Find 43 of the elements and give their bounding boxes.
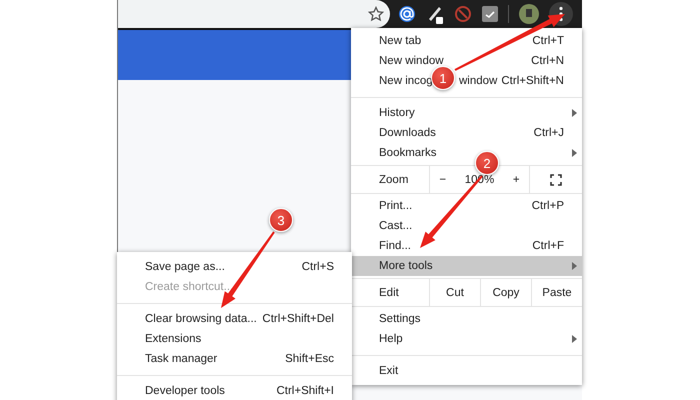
at-sign-icon[interactable]	[398, 5, 416, 23]
menu-item[interactable]: More tools	[351, 256, 582, 276]
menu-item[interactable]: Cast...	[379, 220, 412, 232]
star-icon[interactable]	[368, 6, 384, 22]
menu-item[interactable]: New incog	[379, 75, 433, 87]
shortcut-text: Ctrl+P	[532, 200, 564, 212]
shortcut-text: Ctrl+J	[534, 127, 564, 139]
menu-item[interactable]: New tab	[379, 35, 422, 47]
zoom-out-button[interactable]: −	[437, 174, 448, 186]
zoom-label: Zoom	[378, 172, 410, 188]
edit-label: Edit	[378, 286, 400, 300]
shortcut-text: Ctrl+N	[531, 55, 564, 67]
shortcut-text: Ctrl+T	[532, 35, 564, 47]
menu-item[interactable]: Extensions	[145, 333, 202, 345]
menu-item[interactable]: Find...	[379, 240, 411, 252]
menu-item[interactable]: New window	[379, 55, 444, 67]
menu-item[interactable]: Help	[379, 333, 403, 345]
shortcut-text: Ctrl+Shift+Del	[262, 313, 334, 325]
check-square-icon[interactable]	[482, 6, 498, 22]
fullscreen-icon[interactable]	[550, 174, 562, 186]
menu-item[interactable]: Downloads	[379, 127, 436, 139]
zoom-in-button[interactable]: +	[510, 174, 522, 186]
no-entry-icon[interactable]	[454, 5, 472, 23]
menu-item[interactable]: Bookmarks	[379, 147, 437, 159]
menu-item[interactable]: Settings	[379, 313, 421, 325]
menu-item[interactable]: Exit	[379, 365, 398, 377]
menu-item[interactable]: Developer tools	[145, 385, 225, 397]
menu-item[interactable]: Save page as...	[145, 261, 225, 273]
shortcut-text: Ctrl+Shift+N	[501, 75, 564, 87]
menu-item[interactable]: Print...	[379, 200, 412, 212]
shortcut-text: Ctrl+Shift+I	[276, 385, 334, 397]
edit-action-button[interactable]: Copy	[480, 279, 531, 306]
shortcut-text: Ctrl+S	[302, 261, 334, 273]
shortcut-text: Shift+Esc	[285, 353, 334, 365]
menu-item[interactable]: Clear browsing data...	[145, 313, 257, 325]
edit-action-button[interactable]: Cut	[429, 279, 480, 306]
avatar-icon[interactable]	[519, 4, 539, 24]
edit-action-button[interactable]: Paste	[531, 279, 582, 306]
shortcut-text: Ctrl+F	[532, 240, 564, 252]
pen-icon[interactable]	[426, 4, 444, 24]
menu-item-text: window	[459, 75, 498, 87]
menu-item[interactable]: History	[379, 107, 415, 119]
menu-item[interactable]: Task manager	[145, 353, 218, 365]
